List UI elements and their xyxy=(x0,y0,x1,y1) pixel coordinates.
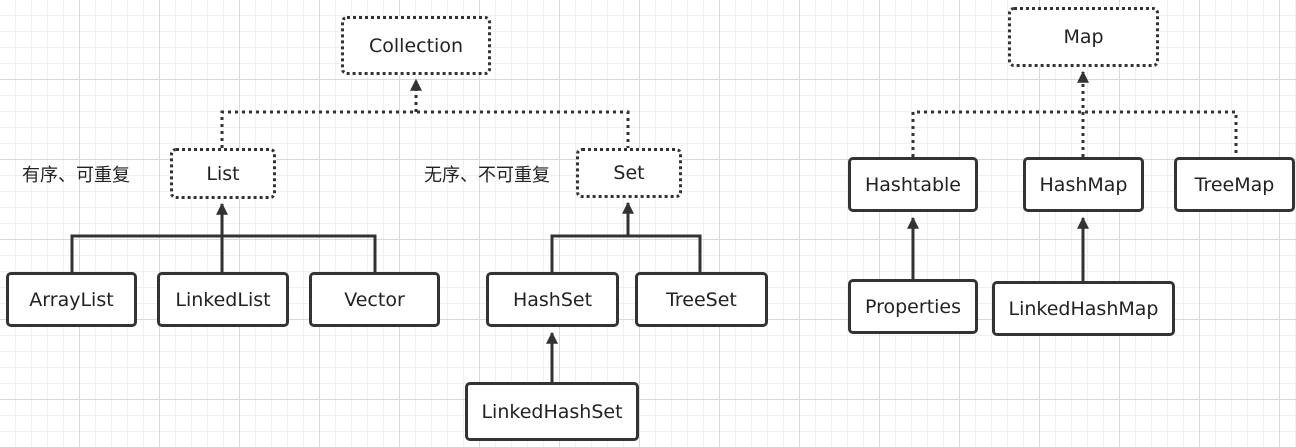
connector-layer xyxy=(70,70,1238,382)
node-treeset: TreeSet xyxy=(635,272,768,327)
node-linkedhashmap-label: LinkedHashMap xyxy=(1008,297,1159,320)
node-set: Set xyxy=(576,148,682,198)
node-arraylist: ArrayList xyxy=(6,272,137,327)
node-linkedhashset: LinkedHashSet xyxy=(465,382,639,441)
connector-map-children xyxy=(911,110,1238,157)
node-map-label: Map xyxy=(1063,26,1104,48)
node-set-label: Set xyxy=(613,162,645,184)
node-hashmap-label: HashMap xyxy=(1039,173,1128,196)
node-collection: Collection xyxy=(341,16,491,75)
node-hashtable: Hashtable xyxy=(848,157,978,212)
node-treeset-label: TreeSet xyxy=(666,288,737,311)
node-hashset-label: HashSet xyxy=(512,288,593,311)
node-linkedhashset-label: LinkedHashSet xyxy=(481,400,623,423)
connector-set-children xyxy=(550,234,702,272)
node-collection-label: Collection xyxy=(369,34,463,57)
node-linkedlist: LinkedList xyxy=(157,272,289,327)
node-vector-label: Vector xyxy=(344,288,405,311)
node-properties: Properties xyxy=(848,279,978,334)
node-list-label: List xyxy=(206,162,240,185)
node-list: List xyxy=(170,148,276,199)
node-hashset: HashSet xyxy=(486,272,619,327)
node-properties-label: Properties xyxy=(864,295,962,318)
list-note: 有序、可重复 xyxy=(22,165,130,186)
node-linkedhashmap: LinkedHashMap xyxy=(992,281,1175,336)
node-treemap: TreeMap xyxy=(1174,157,1295,212)
node-treemap-label: TreeMap xyxy=(1194,173,1275,196)
node-arraylist-label: ArrayList xyxy=(29,288,114,311)
node-hashmap: HashMap xyxy=(1023,157,1144,212)
connector-list-set-to-collection xyxy=(220,110,630,148)
node-map: Map xyxy=(1008,7,1159,67)
node-hashtable-label: Hashtable xyxy=(865,173,961,196)
node-vector: Vector xyxy=(309,272,440,327)
node-linkedlist-label: LinkedList xyxy=(175,288,271,311)
set-note: 无序、不可重复 xyxy=(424,165,550,186)
